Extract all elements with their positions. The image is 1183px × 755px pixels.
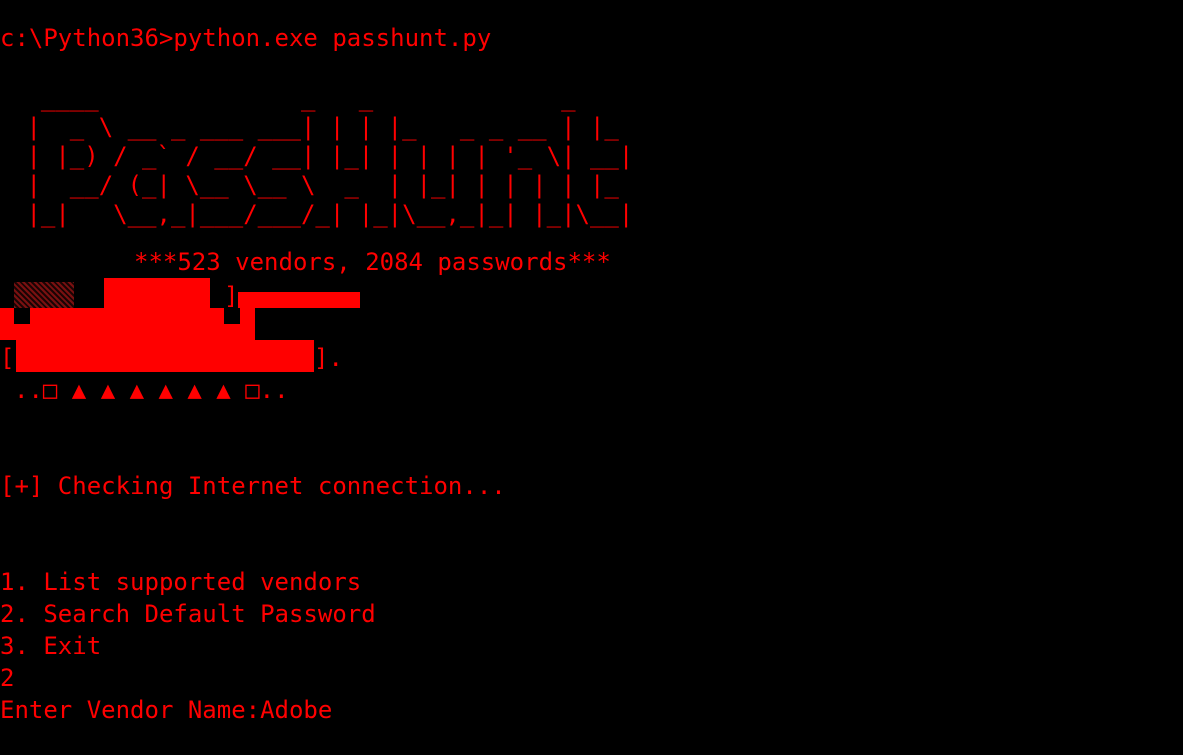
red-glyph-block (0, 308, 255, 340)
passhunt-ascii-banner: ____ _ _ _ | _ \ __ _ ___ ___| | | |_ _ … (26, 84, 634, 228)
menu-item-list-vendors: 1. List supported vendors (0, 568, 362, 596)
terminal-window[interactable]: c:\Python36>python.exe passhunt.py ____ … (0, 0, 1183, 755)
menu-item-exit: 3. Exit (0, 632, 102, 660)
shaded-glyph-block (14, 282, 74, 308)
banner-bracket-right-period: ]. (314, 344, 343, 372)
glyph-gap-right (224, 308, 240, 324)
red-glyph-block (16, 340, 314, 372)
status-line: [+] Checking Internet connection... (0, 472, 506, 500)
banner-bracket-left: [ (0, 344, 15, 372)
red-glyph-block (104, 278, 210, 308)
red-glyph-block (238, 292, 360, 308)
banner-subtitle: ***523 vendors, 2084 passwords*** (134, 248, 611, 276)
command-prompt-line: c:\Python36>python.exe passhunt.py (0, 24, 492, 52)
menu-item-search-password: 2. Search Default Password (0, 600, 376, 628)
user-choice-input: 2 (0, 664, 15, 692)
banner-decoration-line: ..□ ▲ ▲ ▲ ▲ ▲ ▲ □.. (14, 376, 289, 404)
glyph-gap-left (14, 308, 30, 324)
vendor-name-prompt[interactable]: Enter Vendor Name:Adobe (0, 694, 332, 726)
